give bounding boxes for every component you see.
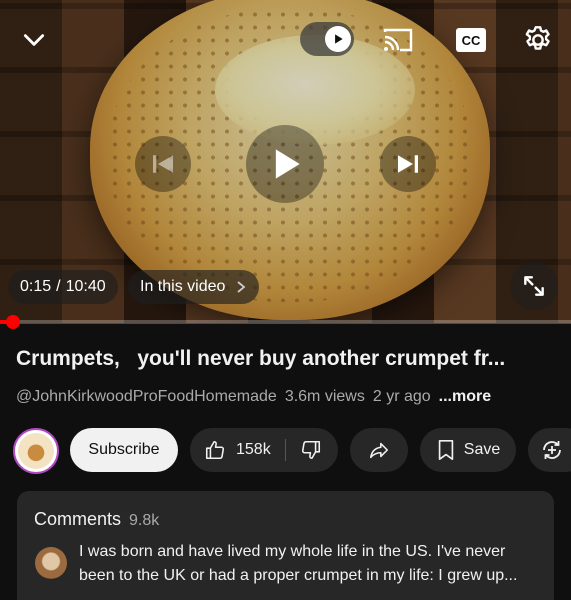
like-dislike-group: 158k bbox=[190, 428, 338, 472]
cc-icon: CC bbox=[456, 28, 486, 52]
remix-icon bbox=[543, 441, 561, 459]
avatar-image bbox=[18, 433, 54, 469]
video-player[interactable]: CC 0:15 / 10:40 In this video bbox=[0, 0, 571, 323]
progress-track[interactable] bbox=[0, 320, 571, 324]
thumbs-up-icon bbox=[205, 440, 225, 460]
top-comment-line-2: been to the UK or had a proper crumpet i… bbox=[79, 567, 518, 584]
chevron-down-icon bbox=[23, 34, 45, 46]
more-link[interactable]: ...more bbox=[439, 388, 491, 406]
view-count: 3.6m views bbox=[284, 388, 365, 405]
next-button[interactable] bbox=[380, 136, 436, 192]
video-title[interactable]: Crumpets, you'll never buy another crump… bbox=[16, 347, 561, 371]
video-meta[interactable]: @JohnKirkwoodProFoodHomemade 3.6m views … bbox=[16, 388, 491, 406]
top-comment-line-1: I was born and have lived my whole life … bbox=[79, 543, 506, 560]
comments-header: Comments 9.8k bbox=[34, 509, 159, 530]
commenter-avatar bbox=[35, 547, 67, 579]
cast-button[interactable] bbox=[380, 24, 416, 56]
like-button[interactable]: 158k bbox=[204, 439, 271, 461]
captions-button[interactable]: CC bbox=[454, 26, 488, 54]
share-icon bbox=[369, 442, 389, 459]
bookmark-icon bbox=[438, 440, 454, 460]
comments-count: 9.8k bbox=[129, 512, 160, 529]
time-display[interactable]: 0:15 / 10:40 bbox=[8, 270, 118, 304]
dislike-button[interactable] bbox=[300, 439, 322, 461]
top-comment: I was born and have lived my whole life … bbox=[79, 540, 544, 588]
comments-panel[interactable]: Comments 9.8k I was born and have lived … bbox=[17, 491, 554, 600]
next-icon bbox=[398, 155, 418, 173]
save-button[interactable]: Save bbox=[420, 428, 516, 472]
subscribe-button[interactable]: Subscribe bbox=[70, 428, 178, 472]
like-count: 158k bbox=[236, 441, 271, 458]
previous-icon bbox=[153, 155, 173, 173]
progress-scrubber[interactable] bbox=[6, 315, 20, 329]
chapters-button[interactable]: In this video bbox=[128, 270, 260, 304]
comments-label: Comments bbox=[34, 509, 122, 529]
fullscreen-button[interactable] bbox=[510, 262, 558, 310]
channel-handle[interactable]: @JohnKirkwoodProFoodHomemade bbox=[16, 388, 277, 406]
chevron-right-icon bbox=[237, 281, 246, 293]
cc-label: CC bbox=[462, 33, 481, 48]
chapters-label: In this video bbox=[140, 278, 226, 295]
remix-button[interactable] bbox=[528, 428, 571, 472]
fullscreen-icon bbox=[524, 276, 544, 296]
time-total: 10:40 bbox=[65, 278, 106, 295]
time-current: 0:15 bbox=[20, 278, 52, 295]
share-button[interactable] bbox=[350, 428, 408, 472]
previous-button[interactable] bbox=[135, 136, 191, 192]
action-row: Subscribe 158k Save bbox=[0, 426, 571, 474]
autoplay-toggle[interactable] bbox=[300, 22, 354, 56]
upload-age: 2 yr ago bbox=[372, 388, 431, 405]
like-divider bbox=[284, 439, 286, 461]
channel-avatar[interactable] bbox=[13, 428, 59, 474]
save-label: Save bbox=[463, 441, 501, 458]
settings-button[interactable] bbox=[520, 22, 556, 58]
settings-icon bbox=[525, 26, 550, 50]
cast-icon bbox=[383, 28, 413, 52]
collapse-button[interactable] bbox=[18, 24, 50, 56]
time-separator: / bbox=[56, 278, 61, 295]
play-icon bbox=[275, 149, 300, 179]
play-button[interactable] bbox=[246, 125, 324, 203]
thumbs-down-icon bbox=[301, 440, 320, 460]
autoplay-icon bbox=[325, 26, 351, 52]
